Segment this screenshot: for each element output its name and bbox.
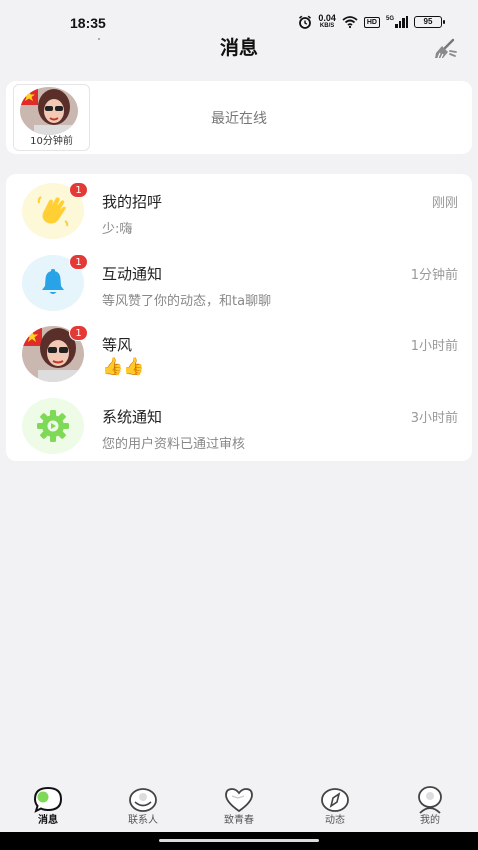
compass-icon: [321, 788, 349, 812]
home-indicator[interactable]: [159, 839, 319, 842]
status-time: 18:35: [70, 15, 106, 31]
tab-label: 我的: [420, 815, 440, 826]
status-icons: 0.04 KB/S HD 5G 95: [298, 14, 445, 30]
signal-icon: 5G: [386, 16, 408, 28]
message-time: 刚刚: [431, 196, 458, 211]
message-preview: 👍👍: [102, 357, 145, 377]
unread-badge: 1: [69, 325, 88, 341]
net-speed-unit: KB/S: [319, 23, 335, 29]
list-item-system[interactable]: 系统通知 您的用户资料已通过审核 3小时前: [6, 392, 472, 460]
header: 消息: [0, 36, 478, 80]
gear-icon: [22, 398, 84, 454]
contacts-icon: [129, 788, 157, 812]
bottom-nav: 消息 联系人 致青春 动态 我的: [0, 774, 478, 830]
unread-badge: 1: [69, 254, 88, 270]
heart-icon: [225, 788, 253, 813]
message-title: 我的招呼: [102, 193, 163, 211]
tab-profile[interactable]: 我的: [390, 774, 470, 830]
tab-contacts[interactable]: 联系人: [103, 774, 183, 830]
recent-online-time: 10分钟前: [30, 136, 73, 147]
broom-clear-icon[interactable]: [432, 36, 458, 62]
network-speed: 0.04 KB/S: [318, 14, 336, 30]
tab-youth[interactable]: 致青春: [199, 774, 279, 830]
signal-label: 5G: [385, 16, 394, 22]
message-preview: 少:嗨: [102, 222, 133, 237]
list-item-chat[interactable]: 1 等风 👍👍 1小时前: [6, 320, 472, 388]
message-time: 1小时前: [410, 339, 458, 354]
wifi-icon: [342, 16, 358, 28]
status-bar: 18:35 0.04 KB/S HD 5G 95: [0, 0, 478, 36]
hd-badge: HD: [363, 16, 380, 28]
message-bubble-icon: [33, 786, 63, 813]
battery-icon: 95: [414, 16, 445, 28]
tab-label: 消息: [38, 815, 58, 826]
tab-moments[interactable]: 动态: [295, 774, 375, 830]
profile-icon: [418, 786, 442, 814]
alarm-icon: [299, 15, 312, 29]
list-item-interactions[interactable]: 1 互动通知 等风赞了你的动态，和ta聊聊 1分钟前: [6, 249, 472, 317]
list-item-greetings[interactable]: 1 我的招呼 少:嗨 刚刚: [6, 177, 472, 245]
message-time: 3小时前: [410, 411, 458, 426]
tab-label: 致青春: [224, 815, 254, 826]
message-preview: 您的用户资料已通过审核: [102, 437, 246, 452]
message-title: 系统通知: [102, 408, 163, 426]
page-title: 消息: [219, 37, 258, 59]
message-title: 互动通知: [102, 265, 163, 283]
message-time: 1分钟前: [410, 268, 458, 283]
tab-label: 联系人: [128, 815, 158, 826]
recent-online-card: 10分钟前 最近在线: [6, 81, 472, 154]
tab-messages[interactable]: 消息: [8, 774, 88, 830]
recent-online-label: 最近在线: [211, 111, 267, 127]
unread-badge: 1: [69, 182, 88, 198]
tab-label: 动态: [325, 815, 345, 826]
message-title: 等风: [102, 336, 133, 354]
battery-level: 95: [423, 17, 433, 26]
message-preview: 等风赞了你的动态，和ta聊聊: [102, 294, 272, 309]
message-list: 1 我的招呼 少:嗨 刚刚 1 互动通知 等风赞了你的动态，和ta聊聊 1分钟前: [6, 174, 472, 461]
net-speed-value: 0.04: [318, 13, 336, 23]
